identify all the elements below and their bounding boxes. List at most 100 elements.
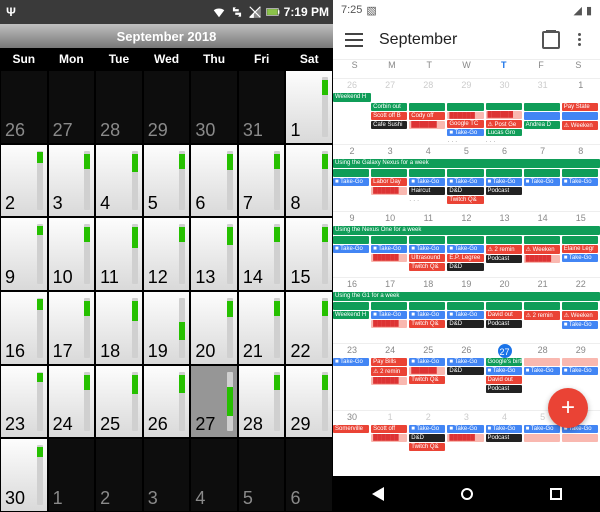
day-cell[interactable]: 26 <box>333 79 371 144</box>
event-chip[interactable]: ■ Take-Go <box>486 425 522 433</box>
day-cell[interactable]: 20 <box>191 292 237 364</box>
event-chip[interactable]: Pay State <box>562 103 598 111</box>
event-chip[interactable]: ⚠ Weeken <box>562 311 598 320</box>
event-chip[interactable] <box>409 302 445 310</box>
event-chip[interactable]: ■ Take-Go <box>447 245 483 253</box>
day-cell[interactable]: 15 <box>286 218 332 290</box>
day-cell[interactable]: 8 ■ Take-Go <box>562 145 600 210</box>
event-chip[interactable] <box>486 302 522 310</box>
event-chip[interactable]: Andrea D <box>524 121 560 129</box>
event-chip[interactable]: ■ Take-Go <box>447 358 483 366</box>
day-cell[interactable]: 3 Labor Day██████ <box>371 145 409 210</box>
event-chip[interactable]: ██████ <box>371 187 407 195</box>
event-chip[interactable]: ██████ <box>371 254 407 262</box>
event-chip[interactable]: ■ Take-Go <box>371 245 407 253</box>
event-chip[interactable] <box>486 169 522 177</box>
day-cell[interactable]: 27 <box>191 366 237 438</box>
day-cell[interactable]: 18 ■ Take-GoTwitch Q& <box>409 278 447 343</box>
event-chip[interactable]: ■ Take-Go <box>524 425 560 433</box>
day-cell[interactable]: 26 <box>1 71 47 143</box>
day-cell[interactable]: 7 <box>239 145 285 217</box>
event-chip[interactable] <box>486 103 522 110</box>
event-chip[interactable]: ■ Take-Go <box>371 311 407 319</box>
event-chip[interactable] <box>409 236 445 244</box>
event-chip[interactable]: ██████ <box>524 255 560 263</box>
event-chip[interactable]: ■ Take-Go <box>333 178 369 186</box>
event-chip[interactable] <box>524 358 560 366</box>
day-cell[interactable]: 28 Cody off██████ <box>409 79 447 144</box>
day-cell[interactable]: 21 <box>239 292 285 364</box>
day-cell[interactable]: 17 <box>49 292 95 364</box>
multi-day-event[interactable]: Using the Nexus One for a week <box>333 226 600 235</box>
event-chip[interactable]: D&D <box>409 434 445 442</box>
day-cell[interactable]: 15 Elaine Legr■ Take-Go <box>562 212 600 277</box>
event-chip[interactable] <box>333 302 369 310</box>
event-chip[interactable]: D&D <box>447 367 483 375</box>
event-chip[interactable] <box>409 103 445 111</box>
event-chip[interactable]: ■ Take-Go <box>524 178 560 186</box>
day-cell[interactable]: 10 <box>49 218 95 290</box>
event-chip[interactable]: ■ Take-Go <box>333 245 369 253</box>
day-cell[interactable]: 4■ Take-GoPodcast <box>486 411 524 476</box>
day-cell[interactable]: 3 <box>144 439 190 511</box>
event-chip[interactable] <box>562 112 598 120</box>
day-cell[interactable]: 23 <box>1 366 47 438</box>
day-cell[interactable]: 14 <box>239 218 285 290</box>
day-cell[interactable]: 22 <box>286 292 332 364</box>
day-cell[interactable]: 25■ Take-Go██████Twitch Q& <box>409 344 447 409</box>
event-chip[interactable]: Twitch Q& <box>409 263 445 271</box>
event-chip[interactable]: ■ Take-Go <box>486 367 522 375</box>
day-cell[interactable]: 27Corbin outScott off BCafe Sushi <box>371 79 409 144</box>
event-chip[interactable]: ⚠ Weeken <box>562 121 598 130</box>
event-chip[interactable]: Haircut <box>409 187 445 195</box>
event-chip[interactable]: ■ Take-Go <box>409 245 445 253</box>
event-chip[interactable] <box>333 169 369 177</box>
day-cell[interactable]: 21 ⚠ 2 remin <box>524 278 562 343</box>
event-chip[interactable]: Ultrasound <box>409 254 445 262</box>
day-cell[interactable]: 4 <box>191 439 237 511</box>
event-chip[interactable] <box>524 112 560 120</box>
day-cell[interactable]: 1Scott off██████ <box>371 411 409 476</box>
event-chip[interactable]: ■ Take-Go <box>562 367 598 375</box>
day-cell[interactable]: 9 ■ Take-Go <box>333 212 371 277</box>
day-cell[interactable]: 8 <box>286 145 332 217</box>
today-icon[interactable] <box>542 31 560 49</box>
event-chip[interactable]: ██████ <box>371 320 407 328</box>
event-chip[interactable] <box>524 434 560 442</box>
day-cell[interactable]: 13 ⚠ 2 reminPodcast <box>486 212 524 277</box>
event-chip[interactable]: ██████ <box>447 434 483 442</box>
day-cell[interactable]: 11 <box>96 218 142 290</box>
multi-day-event[interactable]: Using the Galaxy Nexus for a week <box>333 159 600 168</box>
event-chip[interactable]: ██████ <box>447 112 483 120</box>
day-cell[interactable]: 5 <box>144 145 190 217</box>
event-chip[interactable]: ██████ <box>409 367 445 375</box>
day-cell[interactable]: 29 ██████Google TC■ Take-Go... <box>447 79 485 144</box>
event-chip[interactable]: ■ Take-Go <box>333 358 369 366</box>
event-chip[interactable] <box>562 302 598 310</box>
event-chip[interactable] <box>371 236 407 244</box>
event-chip[interactable]: Twitch Q& <box>409 320 445 328</box>
day-cell[interactable]: 14 ⚠ Weeken██████ <box>524 212 562 277</box>
event-chip[interactable] <box>524 169 560 177</box>
day-cell[interactable]: 2 <box>96 439 142 511</box>
day-cell[interactable]: 31 <box>239 71 285 143</box>
add-event-fab[interactable]: + <box>548 388 588 428</box>
event-chip[interactable] <box>562 358 598 366</box>
event-chip[interactable]: ██████ <box>371 377 407 385</box>
day-cell[interactable]: 16 Weekend H <box>333 278 371 343</box>
day-cell[interactable]: 27Google's birthday (199■ Take-GoDavid o… <box>486 344 524 409</box>
event-chip[interactable]: D&D <box>447 320 483 328</box>
event-chip[interactable]: Labor Day <box>371 178 407 186</box>
event-chip[interactable]: David out <box>486 376 522 384</box>
event-chip[interactable]: ■ Take-Go <box>447 425 483 433</box>
event-chip[interactable]: ■ Take-Go <box>447 178 483 186</box>
day-cell[interactable]: 2 <box>1 145 47 217</box>
month-title[interactable]: September 2018 <box>0 24 333 48</box>
event-chip[interactable] <box>409 169 445 177</box>
day-cell[interactable]: 22 ⚠ Weeken■ Take-Go <box>562 278 600 343</box>
event-chip[interactable] <box>447 103 483 111</box>
recent-button[interactable] <box>550 488 562 500</box>
event-chip[interactable]: ■ Take-Go <box>409 358 445 366</box>
event-chip[interactable]: Google's birthday (199 <box>486 358 522 366</box>
day-cell[interactable]: 19 ■ Take-GoD&D <box>447 278 485 343</box>
